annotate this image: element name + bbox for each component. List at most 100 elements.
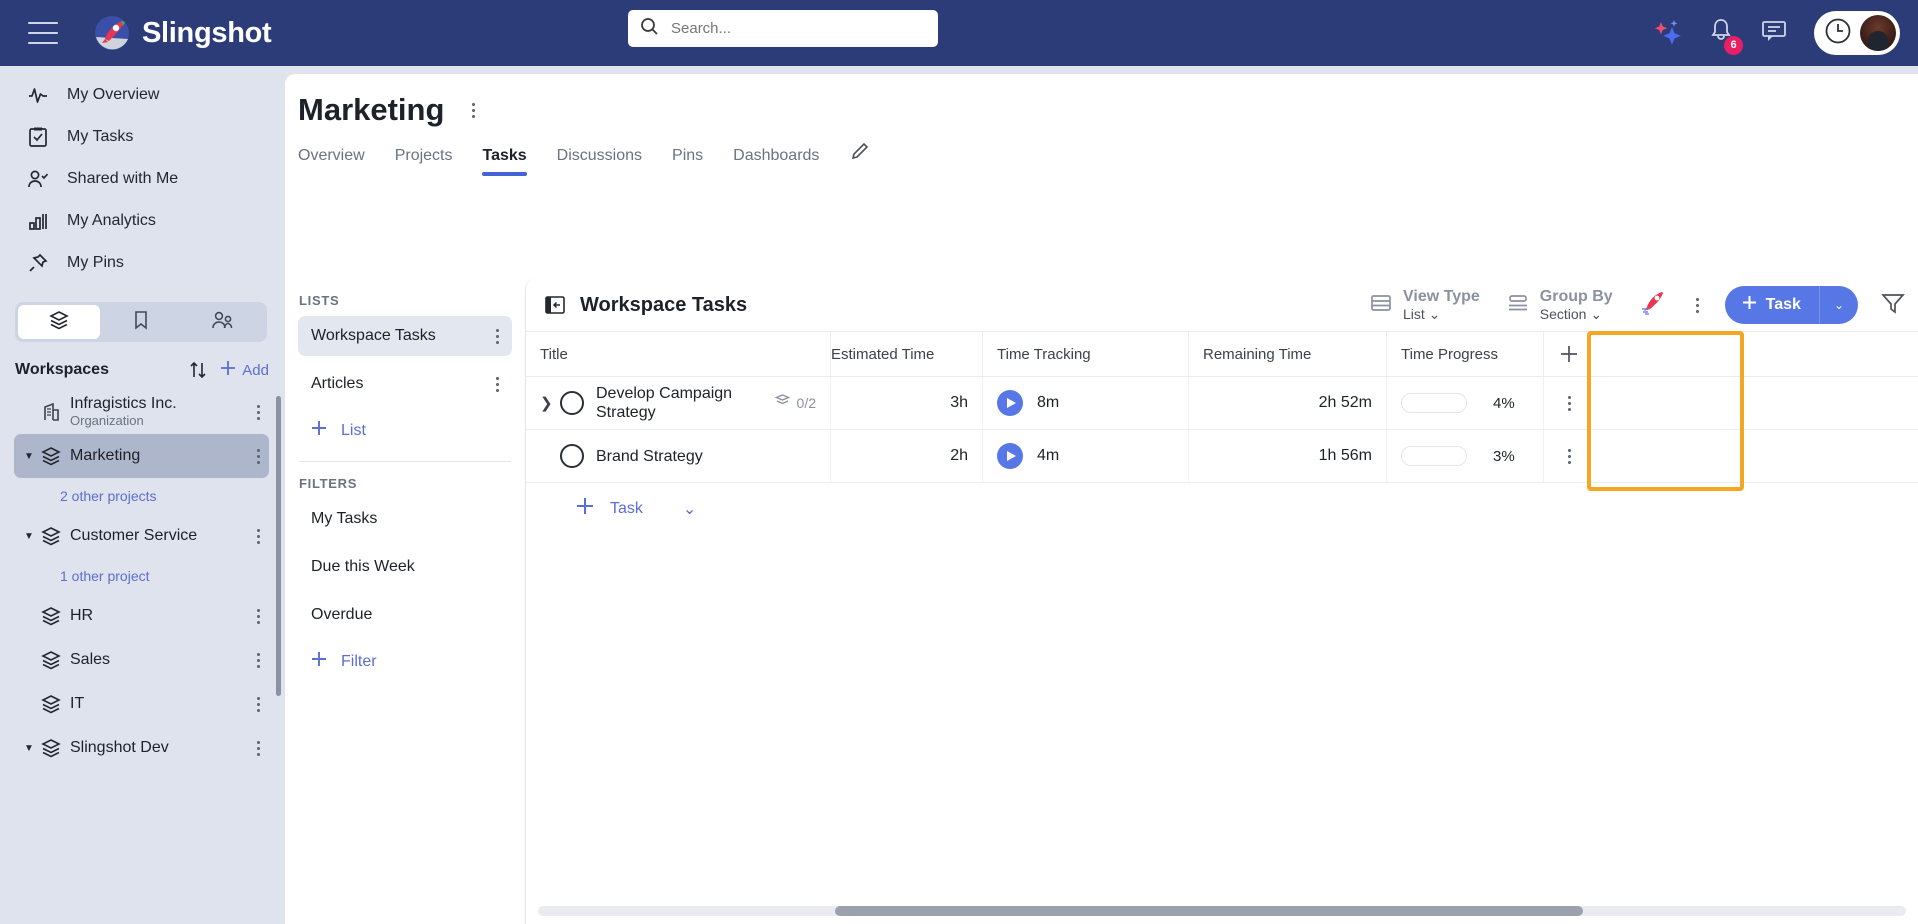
clock-icon[interactable] xyxy=(1824,17,1852,50)
chevron-right-icon[interactable]: ❯ xyxy=(540,394,560,412)
workspace-item-slingshot-dev[interactable]: ▼ Slingshot Dev xyxy=(14,726,269,770)
notifications-bell[interactable]: 6 xyxy=(1708,17,1743,55)
workspace-item-infragistics[interactable]: Infragistics Inc. Organization xyxy=(14,390,269,434)
workspace-item-hr[interactable]: HR xyxy=(14,594,269,638)
table-row[interactable]: ❯ Develop Campaign Strategy 0/2 3h 8m 2h… xyxy=(526,377,1918,430)
more-vertical-icon[interactable] xyxy=(486,382,508,386)
column-header-estimated-time[interactable]: Estimated Time xyxy=(831,332,983,376)
column-header-title[interactable]: Title xyxy=(526,332,831,376)
collapse-panel-left-icon[interactable] xyxy=(544,294,566,316)
segment-layers[interactable] xyxy=(18,305,100,339)
workspace-other-projects[interactable]: 1 other project xyxy=(0,558,285,594)
tab-discussions[interactable]: Discussions xyxy=(557,147,642,176)
search-box[interactable] xyxy=(628,10,938,47)
workspace-label: Slingshot Dev xyxy=(70,739,169,756)
group-by-selector[interactable]: Group By Section ⌄ xyxy=(1506,288,1613,323)
pencil-edit-icon[interactable] xyxy=(849,140,871,176)
column-header-remaining-time[interactable]: Remaining Time xyxy=(1189,332,1387,376)
horizontal-scrollbar-thumb[interactable] xyxy=(835,906,1583,916)
chevron-down-icon[interactable]: ▼ xyxy=(24,743,36,754)
sparkle-ai-icon[interactable] xyxy=(1652,18,1682,48)
chevron-down-icon[interactable]: ▼ xyxy=(24,531,36,542)
tab-overview[interactable]: Overview xyxy=(298,147,365,176)
column-header-time-tracking[interactable]: Time Tracking xyxy=(983,332,1189,376)
filter-item-overdue[interactable]: Overdue xyxy=(298,595,512,635)
chevron-down-icon: ⌄ xyxy=(1590,305,1603,322)
task-title[interactable]: Develop Campaign Strategy xyxy=(596,384,774,422)
filter-item-my-tasks[interactable]: My Tasks xyxy=(298,499,512,539)
more-vertical-icon[interactable] xyxy=(247,614,269,618)
view-type-label: View Type xyxy=(1402,287,1480,305)
sort-arrows-icon[interactable] xyxy=(187,359,209,381)
more-vertical-icon[interactable] xyxy=(247,454,269,458)
row-more-vertical-icon[interactable] xyxy=(1544,430,1594,482)
brand-name: Slingshot xyxy=(142,16,272,49)
estimated-time-value: 2h xyxy=(950,447,968,464)
play-icon[interactable] xyxy=(997,390,1023,416)
tab-projects[interactable]: Projects xyxy=(395,147,453,176)
sidebar-item-label: My Overview xyxy=(67,86,160,103)
column-header-time-progress[interactable]: Time Progress xyxy=(1387,332,1544,376)
sidebar-item-shared-with-me[interactable]: Shared with Me xyxy=(0,158,285,200)
chevron-down-icon[interactable]: ⌄ xyxy=(1820,298,1858,312)
add-filter-button[interactable]: Filter xyxy=(285,635,525,674)
row-more-vertical-icon[interactable] xyxy=(1544,377,1594,429)
play-icon[interactable] xyxy=(997,443,1023,469)
more-vertical-icon[interactable] xyxy=(247,702,269,706)
add-list-button[interactable]: List xyxy=(285,404,525,443)
list-item-articles[interactable]: Articles xyxy=(298,364,512,404)
sidebar-item-my-overview[interactable]: My Overview xyxy=(0,74,285,116)
cell-estimated-time[interactable]: 2h xyxy=(831,430,983,482)
add-workspace-label: Add xyxy=(242,361,269,379)
filter-item-due-this-week[interactable]: Due this Week xyxy=(298,547,512,587)
new-task-button[interactable]: Task ⌄ xyxy=(1724,286,1858,324)
workspace-item-sales[interactable]: Sales xyxy=(14,638,269,682)
more-vertical-icon[interactable] xyxy=(486,334,508,338)
segment-bookmarks[interactable] xyxy=(100,305,182,339)
chat-bubble-icon[interactable] xyxy=(1760,18,1788,49)
more-vertical-icon[interactable] xyxy=(247,410,269,414)
chevron-down-icon[interactable]: ▼ xyxy=(24,451,36,462)
add-column-plus-icon[interactable] xyxy=(1544,332,1594,376)
bookmark-icon xyxy=(131,309,151,336)
task-title[interactable]: Brand Strategy xyxy=(596,447,816,466)
plus-icon xyxy=(574,495,596,524)
circle-incomplete-icon[interactable] xyxy=(560,391,584,415)
sidebar-item-my-analytics[interactable]: My Analytics xyxy=(0,200,285,242)
add-task-label[interactable]: Task xyxy=(610,500,643,518)
hamburger-menu-icon[interactable] xyxy=(28,22,58,44)
workspace-item-customer-service[interactable]: ▼ Customer Service xyxy=(14,514,269,558)
add-workspace-button[interactable]: Add xyxy=(219,359,269,381)
toolbar-more-vertical-icon[interactable] xyxy=(1687,303,1709,307)
view-type-selector[interactable]: View Type List ⌄ xyxy=(1369,288,1480,323)
list-item-workspace-tasks[interactable]: Workspace Tasks xyxy=(298,316,512,356)
workspace-item-marketing[interactable]: ▼ Marketing xyxy=(14,434,269,478)
rocket-icon[interactable] xyxy=(1639,288,1667,322)
segment-people[interactable] xyxy=(182,305,264,339)
sidebar-item-my-tasks[interactable]: My Tasks xyxy=(0,116,285,158)
horizontal-scrollbar-track[interactable] xyxy=(538,906,1906,916)
workspace-label: Sales xyxy=(70,651,111,668)
tab-pins[interactable]: Pins xyxy=(672,147,703,176)
user-menu-pill[interactable] xyxy=(1814,11,1900,55)
sidebar-item-my-pins[interactable]: My Pins xyxy=(0,242,285,284)
chevron-down-icon[interactable]: ⌄ xyxy=(683,499,696,519)
cell-estimated-time[interactable]: 3h xyxy=(831,377,983,429)
workspace-item-it[interactable]: IT xyxy=(14,682,269,726)
table-row[interactable]: Brand Strategy 2h 4m 1h 56m 3% xyxy=(526,430,1918,483)
workspace-other-projects[interactable]: 2 other projects xyxy=(0,478,285,514)
funnel-filter-icon[interactable] xyxy=(1880,291,1906,320)
page-more-vertical-icon[interactable] xyxy=(462,108,484,112)
workspace-label: Customer Service xyxy=(70,527,198,544)
more-vertical-icon[interactable] xyxy=(247,534,269,538)
tab-tasks[interactable]: Tasks xyxy=(482,147,527,176)
sidebar-scrollbar[interactable] xyxy=(276,396,281,696)
circle-incomplete-icon[interactable] xyxy=(560,444,584,468)
building-icon xyxy=(38,401,64,423)
more-vertical-icon[interactable] xyxy=(247,658,269,662)
avatar[interactable] xyxy=(1860,15,1896,51)
search-input[interactable] xyxy=(671,20,911,37)
more-vertical-icon[interactable] xyxy=(247,746,269,750)
tab-dashboards[interactable]: Dashboards xyxy=(733,147,819,176)
layers-icon xyxy=(48,309,70,336)
